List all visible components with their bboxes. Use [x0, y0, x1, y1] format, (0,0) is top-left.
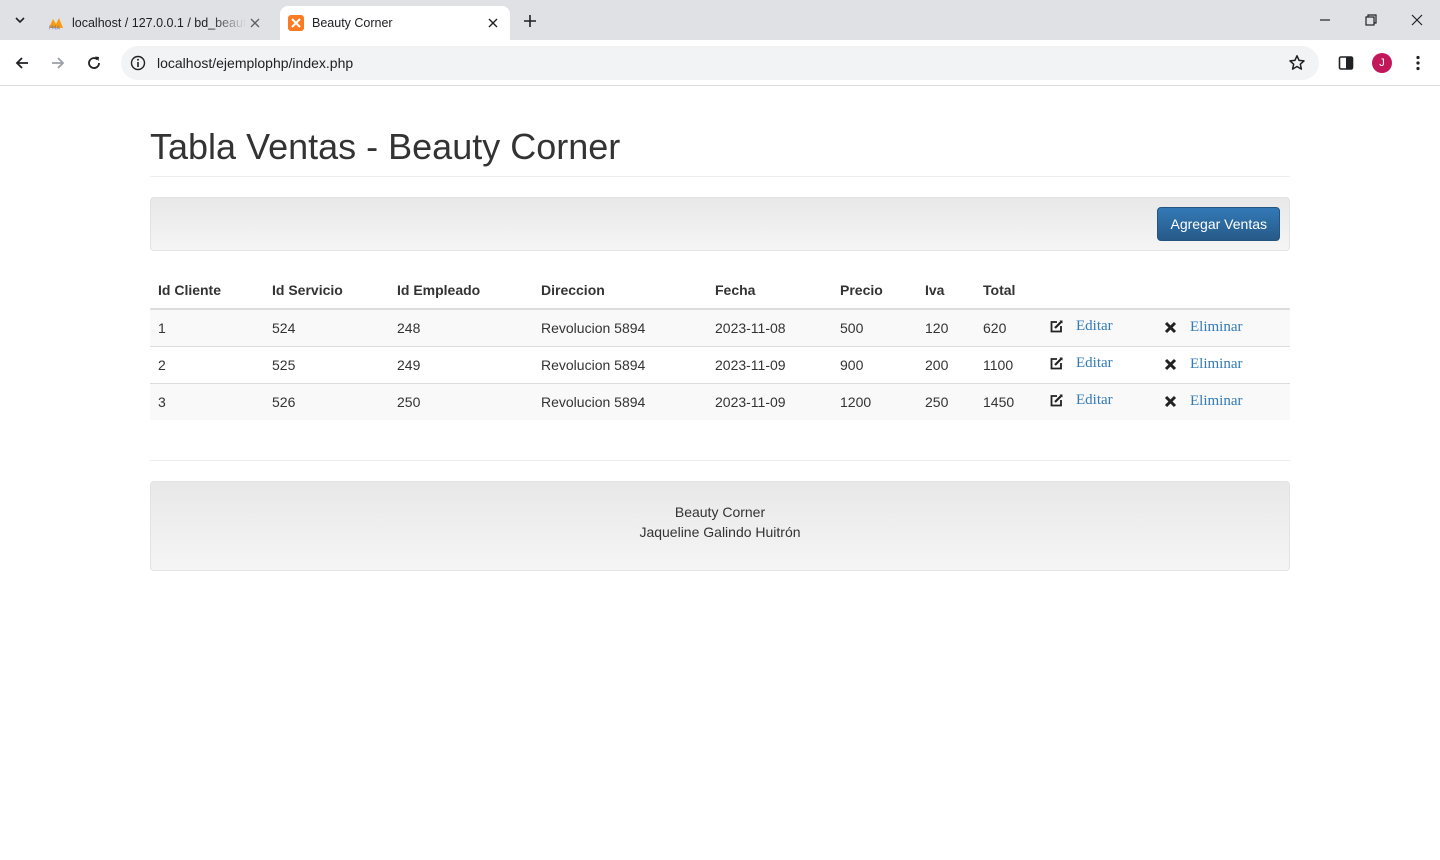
new-tab-icon[interactable]	[518, 9, 542, 33]
footer-author: Jaqueline Galindo Huitrón	[639, 524, 801, 540]
remove-icon[interactable]	[1162, 356, 1178, 372]
cell-id-cliente: 2	[150, 345, 264, 383]
actions-well: Agregar Ventas	[150, 197, 1290, 251]
url-text: localhost/ejemplophp/index.php	[157, 55, 354, 71]
tab-title: Beauty Corner	[312, 16, 393, 30]
cell-id-cliente: 1	[150, 308, 264, 346]
cell-delete: Eliminar	[1154, 345, 1290, 383]
restore-icon[interactable]	[1348, 0, 1394, 40]
cell-precio: 900	[832, 345, 917, 383]
close-window-icon[interactable]	[1394, 0, 1440, 40]
browser-toolbar: localhost/ejemplophp/index.php J	[0, 40, 1440, 86]
forward-arrow-icon[interactable]	[44, 49, 72, 77]
cell-iva: 120	[917, 308, 975, 346]
cell-edit: Editar	[1040, 345, 1154, 383]
cell-fecha: 2023-11-09	[707, 345, 832, 383]
column-header: Total	[975, 271, 1040, 310]
column-header: Fecha	[707, 271, 832, 310]
xampp-icon	[288, 15, 304, 31]
delete-link[interactable]: Eliminar	[1190, 393, 1243, 410]
close-tab-icon[interactable]	[246, 14, 264, 32]
cell-fecha: 2023-11-08	[707, 308, 832, 346]
footer: Beauty Corner Jaqueline Galindo Huitrón	[150, 481, 1290, 571]
cell-total: 620	[975, 308, 1040, 346]
cell-precio: 1200	[832, 382, 917, 420]
table-row: 2 525 249 Revolucion 5894 2023-11-09 900…	[150, 345, 1290, 383]
cell-delete: Eliminar	[1154, 382, 1290, 420]
cell-edit: Editar	[1040, 382, 1154, 420]
footer-brand: Beauty Corner	[674, 504, 766, 520]
cell-iva: 250	[917, 382, 975, 420]
site-info-icon[interactable]	[129, 54, 147, 72]
table-row: 1 524 248 Revolucion 5894 2023-11-08 500…	[150, 308, 1290, 346]
edit-icon[interactable]	[1048, 319, 1064, 335]
column-header-edit	[1040, 271, 1154, 310]
column-header: Direccion	[533, 271, 707, 310]
column-header: Precio	[832, 271, 917, 310]
menu-kebab-icon[interactable]	[1406, 51, 1430, 75]
cell-id-servicio: 526	[264, 382, 389, 420]
sales-table: Id Cliente Id Servicio Id Empleado Direc…	[150, 271, 1290, 420]
delete-link[interactable]: Eliminar	[1190, 319, 1243, 336]
svg-text:PMA: PMA	[49, 26, 60, 31]
add-sale-button[interactable]: Agregar Ventas	[1157, 207, 1280, 241]
page-container: Tabla Ventas - Beauty Corner Agregar Ven…	[150, 87, 1290, 571]
column-header: Id Servicio	[264, 271, 389, 310]
address-bar[interactable]: localhost/ejemplophp/index.php	[121, 46, 1319, 80]
phpmyadmin-icon: PMA	[48, 15, 64, 31]
cell-precio: 500	[832, 308, 917, 346]
column-header-delete	[1154, 271, 1290, 310]
table-header-row: Id Cliente Id Servicio Id Empleado Direc…	[150, 271, 1290, 310]
cell-total: 1100	[975, 345, 1040, 383]
edit-icon[interactable]	[1048, 393, 1064, 409]
cell-id-servicio: 525	[264, 345, 389, 383]
cell-fecha: 2023-11-09	[707, 382, 832, 420]
tab-strip: PMA localhost / 127.0.0.1 / bd_beauty Be…	[0, 0, 1440, 40]
column-header: Id Empleado	[389, 271, 533, 310]
page-title: Tabla Ventas - Beauty Corner	[150, 126, 621, 167]
edit-link[interactable]: Editar	[1076, 318, 1113, 335]
table-row: 3 526 250 Revolucion 5894 2023-11-09 120…	[150, 382, 1290, 420]
cell-id-empleado: 250	[389, 382, 533, 420]
delete-link[interactable]: Eliminar	[1190, 356, 1243, 373]
page-header: Tabla Ventas - Beauty Corner	[150, 87, 1290, 177]
edit-icon[interactable]	[1048, 356, 1064, 372]
minimize-icon[interactable]	[1302, 0, 1348, 40]
cell-direccion: Revolucion 5894	[533, 345, 707, 383]
remove-icon[interactable]	[1162, 319, 1178, 335]
cell-edit: Editar	[1040, 308, 1154, 346]
column-header: Iva	[917, 271, 975, 310]
tab-phpmyadmin[interactable]: PMA localhost / 127.0.0.1 / bd_beauty	[40, 6, 272, 40]
remove-icon[interactable]	[1162, 393, 1178, 409]
cell-delete: Eliminar	[1154, 308, 1290, 346]
profile-avatar[interactable]: J	[1372, 53, 1392, 73]
edit-link[interactable]: Editar	[1076, 355, 1113, 372]
edit-link[interactable]: Editar	[1076, 392, 1113, 409]
cell-direccion: Revolucion 5894	[533, 308, 707, 346]
column-header: Id Cliente	[150, 271, 264, 310]
close-tab-icon[interactable]	[484, 14, 502, 32]
divider	[150, 460, 1290, 461]
tab-search-icon[interactable]	[8, 8, 32, 32]
cell-total: 1450	[975, 382, 1040, 420]
cell-direccion: Revolucion 5894	[533, 382, 707, 420]
cell-id-cliente: 3	[150, 382, 264, 420]
back-arrow-icon[interactable]	[8, 49, 36, 77]
tab-beauty-corner[interactable]: Beauty Corner	[280, 6, 510, 40]
cell-id-empleado: 249	[389, 345, 533, 383]
cell-id-servicio: 524	[264, 308, 389, 346]
side-panel-icon[interactable]	[1334, 51, 1358, 75]
bookmark-star-icon[interactable]	[1287, 53, 1307, 73]
cell-iva: 200	[917, 345, 975, 383]
tab-title: localhost / 127.0.0.1 / bd_beauty	[72, 16, 246, 30]
cell-id-empleado: 248	[389, 308, 533, 346]
reload-icon[interactable]	[80, 49, 108, 77]
